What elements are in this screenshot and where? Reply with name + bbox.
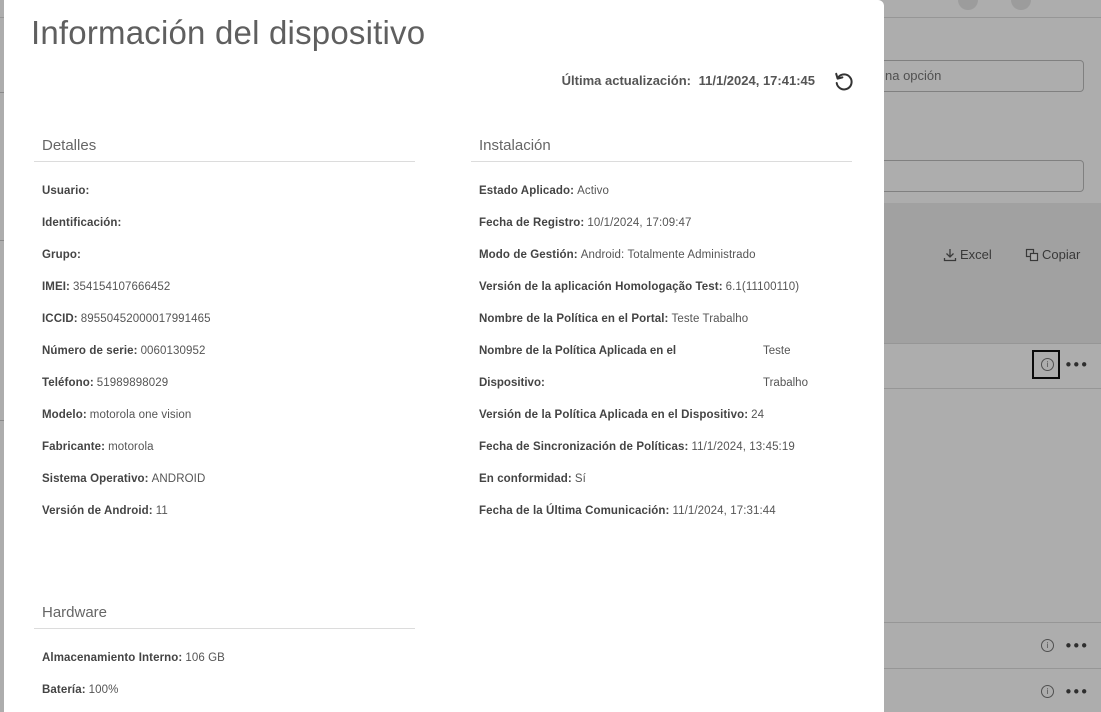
installation-section: Instalación Estado Aplicado: Activo Fecha … [471, 137, 852, 527]
details-title: Detalles [34, 137, 415, 162]
info-row-label: ICCID: [42, 313, 78, 325]
info-row: Almacenamiento Interno: 106 GB [42, 642, 415, 674]
info-row-value: 0060130952 [140, 345, 206, 357]
info-row-value: 106 GB [185, 652, 225, 664]
hardware-section: Hardware Almacenamiento Interno: 106 GB Ba… [34, 604, 415, 706]
info-row-value: 51989898029 [96, 377, 169, 389]
info-row-value: 10/1/2024, 17:09:47 [587, 217, 692, 229]
info-row: Sistema Operativo: ANDROID [42, 463, 415, 495]
info-row: Grupo: [42, 239, 415, 271]
info-row-value: 11/1/2024, 17:31:44 [672, 505, 776, 517]
info-row-value: 11 [155, 505, 168, 517]
info-row-value: Teste Trabalho [671, 313, 749, 325]
info-row-label: Modelo: [42, 409, 87, 421]
info-row-value: 6.1(11100110) [725, 281, 800, 293]
info-row: Identificación: [42, 207, 415, 239]
info-row: Versión de Android: 11 [42, 495, 415, 527]
details-section: Detalles Usuario: Identificación: Grupo: IM… [34, 137, 415, 527]
device-info-modal: Información del dispositivo Última actua… [4, 0, 884, 712]
info-row-label: Teléfono: [42, 377, 94, 389]
info-row: ICCID: 89550452000017991465 [42, 303, 415, 335]
info-row-label: En conformidad: [479, 473, 572, 485]
last-update-value: 11/1/2024, 17:41:45 [698, 73, 815, 88]
info-row-label: Versión de la Política Aplicada en el Di… [479, 409, 749, 421]
info-row-label: Usuario: [42, 185, 90, 197]
applied-policy-value-line1: Teste [763, 345, 791, 357]
refresh-button[interactable] [833, 71, 855, 93]
info-row-value: motorola one vision [89, 409, 192, 421]
info-row-value: ANDROID [151, 473, 206, 485]
info-row: En conformidad: Sí [479, 463, 852, 495]
info-row: Fecha de Registro: 10/1/2024, 17:09:47 [479, 207, 852, 239]
info-row-value: Sí [574, 473, 586, 485]
info-row: Batería: 100% [42, 674, 415, 706]
info-row-label: Modo de Gestión: [479, 249, 578, 261]
info-row-value: 89550452000017991465 [80, 313, 211, 325]
info-row-value: 354154107666452 [72, 281, 171, 293]
info-row-label: Versión de Android: [42, 505, 153, 517]
applied-policy-label-line1: Nombre de la Política Aplicada en el [479, 345, 677, 357]
info-row: Teléfono: 51989898029 [42, 367, 415, 399]
info-row: Número de serie: 0060130952 [42, 335, 415, 367]
info-row-label: Grupo: [42, 249, 81, 261]
info-row-label: Fecha de Registro: [479, 217, 585, 229]
info-row-label: Versión de la aplicación Homologação Tes… [479, 281, 723, 293]
info-row: Modelo: motorola one vision [42, 399, 415, 431]
info-row: Versión de la Política Aplicada en el Di… [479, 399, 852, 431]
info-row-value: Activo [577, 185, 610, 197]
info-row-label: Fecha de Sincronización de Políticas: [479, 441, 689, 453]
info-row-label: Número de serie: [42, 345, 138, 357]
installation-title: Instalación [471, 137, 852, 162]
modal-title: Información del dispositivo [31, 14, 426, 51]
info-row-value: motorola [108, 441, 154, 453]
info-row-value: Android: Totalmente Administrado [580, 249, 756, 261]
info-row-label: Identificación: [42, 217, 122, 229]
info-row-label: Estado Aplicado: [479, 185, 575, 197]
info-row: Versión de la aplicación Homologação Tes… [479, 271, 852, 303]
last-update-label: Última actualización: [561, 73, 691, 88]
info-row: Fecha de Sincronización de Políticas: 11/… [479, 431, 852, 463]
info-row-label: Sistema Operativo: [42, 473, 149, 485]
info-row: Fabricante: motorola [42, 431, 415, 463]
info-row: Modo de Gestión: Android: Totalmente Admi… [479, 239, 852, 271]
info-row: Nombre de la Política en el Portal: Teste… [479, 303, 852, 335]
info-row-label: Batería: [42, 684, 86, 696]
info-row-value: 11/1/2024, 13:45:19 [691, 441, 795, 453]
info-row-value: 100% [88, 684, 119, 696]
applied-policy-value-line2: Trabalho [763, 377, 808, 389]
info-row-value: 24 [751, 409, 765, 421]
info-row: IMEI: 354154107666452 [42, 271, 415, 303]
refresh-icon [835, 72, 853, 91]
applied-policy-row: Nombre de la Política Aplicada en el Dis… [479, 335, 852, 399]
info-row-label: IMEI: [42, 281, 70, 293]
info-row: Estado Aplicado: Activo [479, 175, 852, 207]
applied-policy-label-line2: Dispositivo: [479, 377, 545, 389]
info-row-label: Almacenamiento Interno: [42, 652, 183, 664]
info-row-label: Nombre de la Política en el Portal: [479, 313, 669, 325]
hardware-title: Hardware [34, 604, 415, 629]
info-row-label: Fabricante: [42, 441, 106, 453]
last-update: Última actualización: 11/1/2024, 17:41:4… [562, 73, 815, 88]
info-row: Usuario: [42, 175, 415, 207]
info-row-label: Fecha de la Última Comunicación: [479, 505, 670, 517]
info-row: Fecha de la Última Comunicación: 11/1/202… [479, 495, 852, 527]
